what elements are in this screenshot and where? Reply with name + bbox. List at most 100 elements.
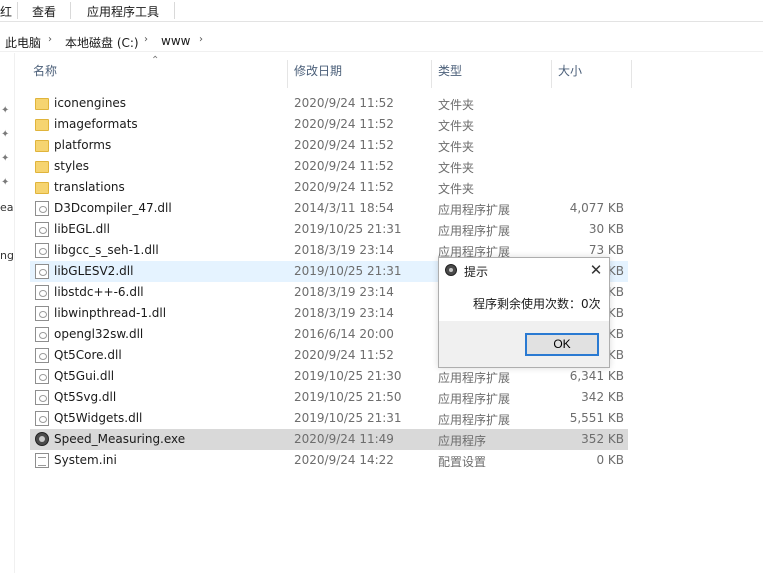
file-name: Qt5Widgets.dll xyxy=(54,411,143,425)
ok-button[interactable]: OK xyxy=(525,333,599,356)
close-icon[interactable]: ✕ xyxy=(587,261,605,279)
dll-file-icon xyxy=(35,369,49,384)
file-row[interactable]: System.ini 2020/9/24 14:22 配置设置 0 KB xyxy=(30,450,628,471)
file-row[interactable]: translations 2020/9/24 11:52 文件夹 xyxy=(30,177,628,198)
dll-file-icon xyxy=(35,264,49,279)
dll-file-icon xyxy=(35,222,49,237)
ribbon-tab-app-tools[interactable]: 应用程序工具 xyxy=(87,3,159,20)
file-name: iconengines xyxy=(54,96,127,110)
column-header-date[interactable]: 修改日期 xyxy=(294,62,342,86)
file-row[interactable]: libEGL.dll 2019/10/25 21:31 应用程序扩展 30 KB xyxy=(30,219,628,240)
folder-icon xyxy=(35,182,49,194)
file-type: 文件夹 xyxy=(438,140,475,154)
file-name: libGLESV2.dll xyxy=(54,264,134,278)
file-row[interactable]: D3Dcompiler_47.dll 2014/3/11 18:54 应用程序扩… xyxy=(30,198,628,219)
address-bar[interactable]: 此电脑 › 本地磁盘 (C:) › www › xyxy=(0,30,763,52)
file-row[interactable]: styles 2020/9/24 11:52 文件夹 xyxy=(30,156,628,177)
dll-file-icon xyxy=(35,306,49,321)
file-name: D3Dcompiler_47.dll xyxy=(54,201,172,215)
file-name: Speed_Measuring.exe xyxy=(54,432,186,446)
folder-icon xyxy=(35,161,49,173)
dialog-titlebar[interactable]: 提示 ✕ xyxy=(439,258,609,284)
app-icon xyxy=(445,264,457,276)
pin-icon[interactable]: ✦ xyxy=(1,177,9,188)
column-divider[interactable] xyxy=(551,60,552,88)
file-date: 2019/10/25 21:30 xyxy=(294,369,402,383)
folder-icon xyxy=(35,119,49,131)
pin-icon[interactable]: ✦ xyxy=(1,153,9,164)
file-date: 2020/9/24 11:52 xyxy=(294,96,394,110)
file-name: Qt5Svg.dll xyxy=(54,390,117,404)
file-type: 文件夹 xyxy=(438,161,475,175)
file-date: 2020/9/24 14:22 xyxy=(294,453,394,467)
file-date: 2019/10/25 21:31 xyxy=(294,411,402,425)
pin-icon[interactable]: ✦ xyxy=(1,129,9,140)
file-date: 2020/9/24 11:52 xyxy=(294,348,394,362)
file-size: 5,551 KB xyxy=(569,411,624,425)
file-name: libwinpthread-1.dll xyxy=(54,306,167,320)
file-name: platforms xyxy=(54,138,112,152)
chevron-right-icon[interactable]: › xyxy=(48,34,52,45)
column-divider[interactable] xyxy=(631,60,632,88)
breadcrumb-local-disk[interactable]: 本地磁盘 (C:) xyxy=(65,34,139,51)
ini-file-icon xyxy=(35,453,49,468)
chevron-right-icon[interactable]: › xyxy=(144,34,148,45)
ribbon-separator xyxy=(70,2,71,19)
nav-item-label[interactable]: ng xyxy=(0,249,14,262)
exe-app-icon xyxy=(35,432,49,446)
file-type: 应用程序扩展 xyxy=(438,371,511,385)
nav-item-label[interactable]: ea xyxy=(0,201,14,214)
file-date: 2020/9/24 11:52 xyxy=(294,117,394,131)
file-type: 应用程序扩展 xyxy=(438,203,511,217)
file-row[interactable]: platforms 2020/9/24 11:52 文件夹 xyxy=(30,135,628,156)
file-size: 30 KB xyxy=(588,222,624,236)
folder-icon xyxy=(35,140,49,152)
file-date: 2019/10/25 21:31 xyxy=(294,222,402,236)
file-size: 4,077 KB xyxy=(569,201,624,215)
file-type: 应用程序扩展 xyxy=(438,392,511,406)
column-divider[interactable] xyxy=(287,60,288,88)
file-size: KB xyxy=(607,327,624,341)
column-header-name[interactable]: 名称 xyxy=(33,62,57,86)
breadcrumb-www[interactable]: www xyxy=(161,34,190,48)
file-type: 文件夹 xyxy=(438,98,475,112)
file-name: translations xyxy=(54,180,125,194)
file-size: KB xyxy=(607,285,624,299)
ribbon-tab-partial[interactable]: 红 xyxy=(0,3,12,20)
file-date: 2018/3/19 23:14 xyxy=(294,285,394,299)
file-row[interactable]: iconengines 2020/9/24 11:52 文件夹 xyxy=(30,93,628,114)
file-size: 352 KB xyxy=(581,432,624,446)
message-dialog: 提示 ✕ 程序剩余使用次数：0次 OK xyxy=(438,257,610,368)
column-divider[interactable] xyxy=(431,60,432,88)
chevron-right-icon[interactable]: › xyxy=(199,34,203,45)
file-size: 73 KB xyxy=(588,243,624,257)
ribbon-tab-view[interactable]: 查看 xyxy=(32,3,56,20)
file-date: 2018/3/19 23:14 xyxy=(294,306,394,320)
dll-file-icon xyxy=(35,285,49,300)
file-row[interactable]: Qt5Widgets.dll 2019/10/25 21:31 应用程序扩展 5… xyxy=(30,408,628,429)
file-row[interactable]: Qt5Svg.dll 2019/10/25 21:50 应用程序扩展 342 K… xyxy=(30,387,628,408)
column-header-type[interactable]: 类型 xyxy=(438,62,462,86)
file-name: opengl32sw.dll xyxy=(54,327,144,341)
navigation-pane: ✦ ✦ ✦ ✦ ea ng xyxy=(0,53,15,573)
file-date: 2020/9/24 11:49 xyxy=(294,432,394,446)
column-header-size[interactable]: 大小 xyxy=(558,62,582,86)
file-name: Qt5Gui.dll xyxy=(54,369,115,383)
file-row[interactable]: imageformats 2020/9/24 11:52 文件夹 xyxy=(30,114,628,135)
dll-file-icon xyxy=(35,201,49,216)
file-date: 2020/9/24 11:52 xyxy=(294,138,394,152)
folder-icon xyxy=(35,98,49,110)
breadcrumb-this-pc[interactable]: 此电脑 xyxy=(5,34,41,51)
file-name: System.ini xyxy=(54,453,117,467)
file-date: 2018/3/19 23:14 xyxy=(294,243,394,257)
file-type: 文件夹 xyxy=(438,119,475,133)
dll-file-icon xyxy=(35,243,49,258)
file-type: 应用程序 xyxy=(438,434,487,448)
file-name: styles xyxy=(54,159,90,173)
file-date: 2019/10/25 21:50 xyxy=(294,390,402,404)
pin-icon[interactable]: ✦ xyxy=(1,105,9,116)
file-row[interactable]: Qt5Gui.dll 2019/10/25 21:30 应用程序扩展 6,341… xyxy=(30,366,628,387)
dll-file-icon xyxy=(35,348,49,363)
file-row[interactable]: Speed_Measuring.exe 2020/9/24 11:49 应用程序… xyxy=(30,429,628,450)
file-date: 2014/3/11 18:54 xyxy=(294,201,394,215)
